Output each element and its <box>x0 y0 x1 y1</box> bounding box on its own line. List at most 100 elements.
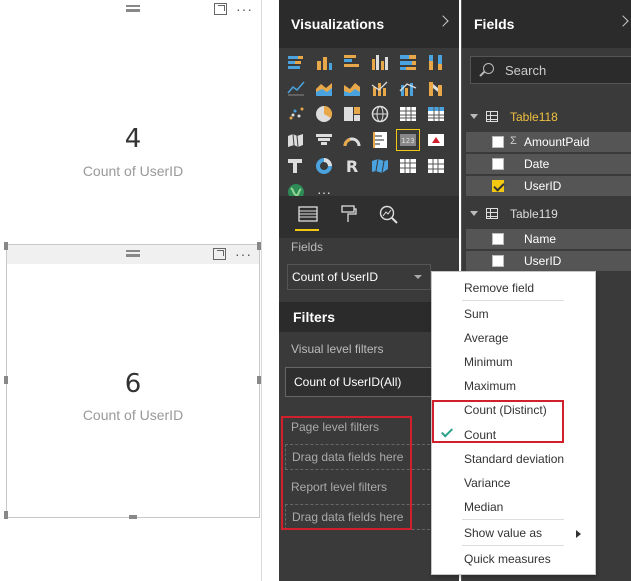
card-icon[interactable]: 123 <box>396 129 420 151</box>
menu-item-quick-measures[interactable]: Quick measures <box>432 548 595 570</box>
collapse-chevron-icon[interactable] <box>617 15 629 27</box>
treemap-icon[interactable] <box>341 104 363 124</box>
field-checkbox-checked[interactable] <box>492 180 504 192</box>
field-well-value: Count of UserID <box>292 270 379 284</box>
field-checkbox[interactable] <box>492 255 504 267</box>
table-node-table119[interactable]: Table119 <box>462 203 631 225</box>
card-visual-2[interactable]: ··· 6 Count of UserID <box>6 244 260 518</box>
field-row-userid[interactable]: UserID <box>466 251 631 271</box>
pane-tabs <box>279 196 459 238</box>
menu-item-remove-field[interactable]: Remove field <box>432 277 595 299</box>
field-checkbox[interactable] <box>492 136 504 148</box>
area-chart-icon[interactable] <box>313 78 335 98</box>
drag-grip-icon[interactable] <box>126 5 140 12</box>
report-canvas: ··· 4 Count of UserID ··· 6 Count of Use… <box>0 0 262 581</box>
menu-item-minimum[interactable]: Minimum <box>432 351 595 373</box>
table-icon <box>486 111 498 122</box>
100-stacked-bar-icon[interactable] <box>397 52 419 72</box>
menu-item-variance[interactable]: Variance <box>432 472 595 494</box>
100-stacked-column-icon[interactable] <box>425 52 447 72</box>
resize-handle[interactable] <box>4 511 8 519</box>
scatter-icon[interactable] <box>285 104 307 124</box>
stacked-column-icon[interactable] <box>313 52 335 72</box>
table-node-table118[interactable]: Table118 <box>462 106 631 128</box>
pie-chart-icon[interactable] <box>313 104 335 124</box>
expand-triangle-icon[interactable] <box>470 114 478 119</box>
active-tab-indicator <box>295 229 319 231</box>
table-grid-icon[interactable] <box>397 156 419 176</box>
waterfall-icon[interactable] <box>425 156 447 176</box>
line-column-icon[interactable] <box>369 78 391 98</box>
highlight-box-filters <box>281 416 412 530</box>
resize-handle[interactable] <box>257 242 261 250</box>
drag-grip-icon[interactable] <box>126 250 140 257</box>
card-visual-1[interactable]: ··· 4 Count of UserID <box>6 0 260 236</box>
line-chart-icon[interactable] <box>285 78 307 98</box>
more-options-icon[interactable]: ··· <box>236 1 253 17</box>
gauge-icon[interactable] <box>341 130 363 150</box>
fields-well-label: Fields <box>291 240 324 254</box>
donut-icon[interactable] <box>313 156 335 176</box>
clustered-column-icon[interactable] <box>369 52 391 72</box>
menu-item-median[interactable]: Median <box>432 496 595 518</box>
field-name: Date <box>524 157 550 171</box>
menu-separator <box>462 519 564 520</box>
table-name: Table119 <box>510 207 558 221</box>
resize-handle[interactable] <box>129 515 137 519</box>
svg-text:R: R <box>346 157 358 175</box>
visualizations-header: Visualizations <box>279 0 459 48</box>
stacked-area-icon[interactable] <box>341 78 363 98</box>
search-input[interactable]: Search <box>470 56 631 84</box>
fields-header: Fields <box>462 0 631 48</box>
visual-type-gallery: 123 R ··· <box>285 52 449 206</box>
stacked-bar-icon[interactable] <box>285 52 307 72</box>
card-label: Count of UserID <box>82 163 184 179</box>
search-icon <box>483 63 494 74</box>
analytics-magnifier-icon[interactable] <box>377 204 399 226</box>
filled-map-icon[interactable] <box>285 130 307 150</box>
field-row-name[interactable]: Name <box>466 229 631 249</box>
menu-item-label: Show value as <box>464 526 543 540</box>
menu-item-maximum[interactable]: Maximum <box>432 375 595 397</box>
resize-handle[interactable] <box>257 376 261 384</box>
field-checkbox[interactable] <box>492 158 504 170</box>
map-icon[interactable] <box>369 104 391 124</box>
menu-separator <box>462 300 564 301</box>
ribbon-chart-icon[interactable] <box>425 78 447 98</box>
focus-mode-icon[interactable] <box>213 248 226 260</box>
menu-item-sum[interactable]: Sum <box>432 303 595 325</box>
visual-filter-chip[interactable]: Count of UserID(All) <box>285 367 435 397</box>
resize-handle[interactable] <box>4 242 8 250</box>
field-row-amountpaid[interactable]: Σ AmountPaid <box>466 132 631 152</box>
expand-triangle-icon[interactable] <box>470 211 478 216</box>
slicer-icon[interactable] <box>285 156 307 176</box>
search-placeholder: Search <box>505 63 547 78</box>
table-icon[interactable] <box>397 104 419 124</box>
shape-map-icon[interactable] <box>369 156 391 176</box>
clustered-bar-icon[interactable] <box>341 52 363 72</box>
funnel-icon[interactable] <box>313 130 335 150</box>
matrix-icon[interactable] <box>425 104 447 124</box>
menu-item-standard-deviation[interactable]: Standard deviation <box>432 448 595 470</box>
field-row-userid[interactable]: UserID <box>466 176 631 196</box>
visual-level-filters-label: Visual level filters <box>291 342 384 356</box>
kpi-icon[interactable] <box>425 130 447 150</box>
submenu-arrow-icon <box>576 530 581 538</box>
svg-text:123: 123 <box>401 137 414 145</box>
line-clustered-column-icon[interactable] <box>397 78 419 98</box>
menu-item-average[interactable]: Average <box>432 327 595 349</box>
menu-item-show-value-as[interactable]: Show value as <box>432 522 595 544</box>
resize-handle[interactable] <box>4 376 8 384</box>
format-paint-roller-icon[interactable] <box>337 204 359 226</box>
more-options-icon[interactable]: ··· <box>235 246 252 262</box>
field-checkbox[interactable] <box>492 233 504 245</box>
multi-row-card-icon[interactable] <box>369 130 391 150</box>
fields-tab-icon[interactable] <box>297 204 319 226</box>
field-row-date[interactable]: Date <box>466 154 631 174</box>
dropdown-arrow-icon[interactable] <box>414 275 422 279</box>
table-icon <box>486 208 498 219</box>
focus-mode-icon[interactable] <box>214 3 227 15</box>
field-well-dropdown[interactable]: Count of UserID <box>287 264 431 290</box>
collapse-chevron-icon[interactable] <box>437 15 449 27</box>
r-visual-icon[interactable]: R <box>341 156 363 176</box>
